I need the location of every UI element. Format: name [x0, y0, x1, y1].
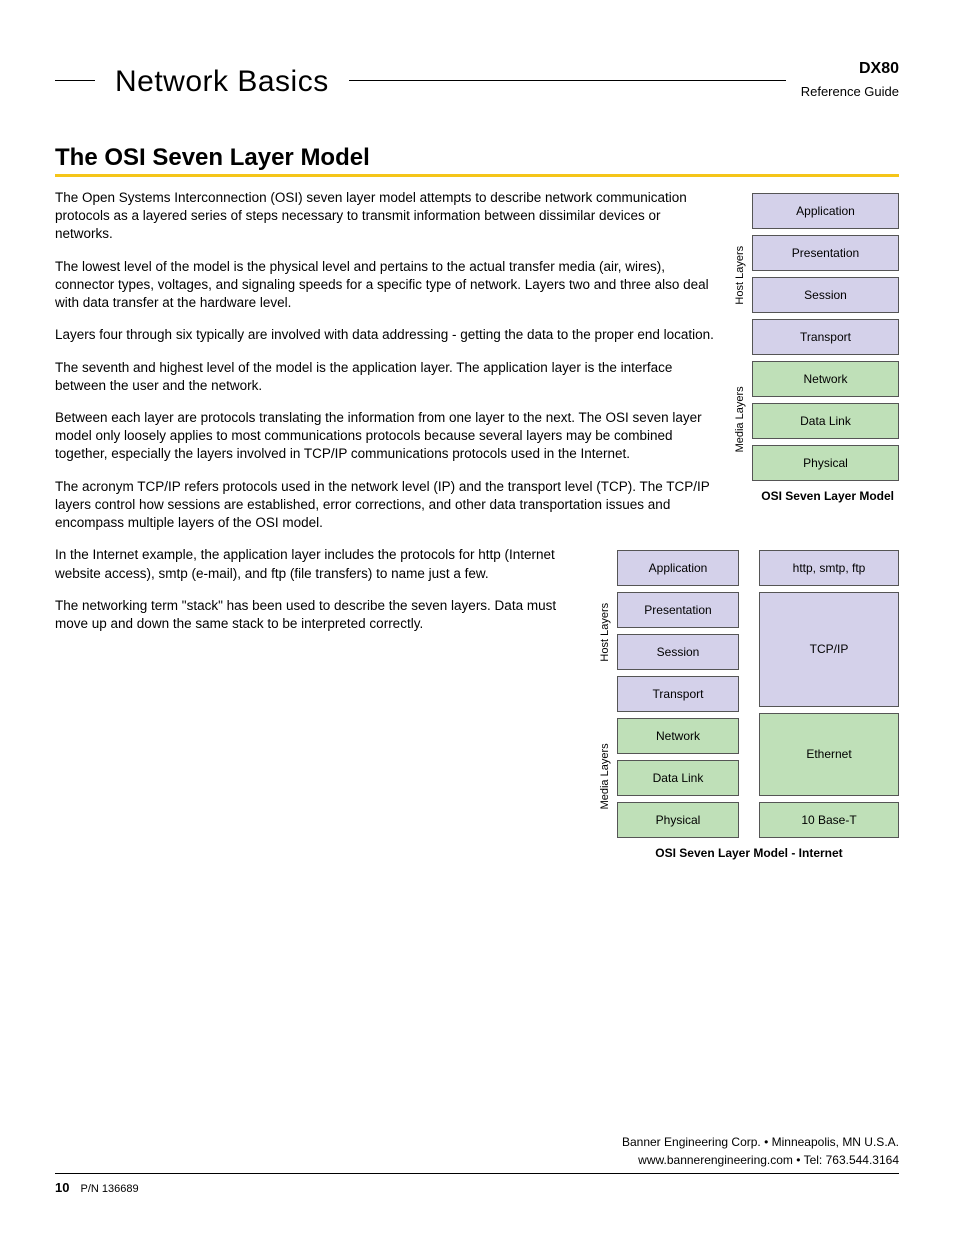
layer-transport: Transport [752, 319, 899, 355]
osi-internet-side-labels: Host Layers Media Layers [599, 550, 617, 838]
page-footer: Banner Engineering Corp. • Minneapolis, … [55, 1134, 899, 1195]
layer-network-2: Network [617, 718, 739, 754]
layer-presentation-2: Presentation [617, 592, 739, 628]
media-layers-label: Media Layers [734, 358, 752, 481]
layer-session: Session [752, 277, 899, 313]
part-number: P/N 136689 [81, 1183, 139, 1195]
osi-internet-caption: OSI Seven Layer Model - Internet [599, 846, 899, 860]
osi-model-figure: Host Layers Media Layers Application Pre… [734, 193, 899, 503]
media-layers-label-2: Media Layers [599, 715, 617, 838]
protocol-tcpip: TCP/IP [759, 592, 899, 706]
osi-caption: OSI Seven Layer Model [734, 489, 894, 503]
osi-side-labels: Host Layers Media Layers [734, 193, 752, 481]
osi-boxes: Application Presentation Session Transpo… [752, 193, 899, 481]
osi-internet-left-col: Application Presentation Session Transpo… [617, 550, 739, 838]
page: Network Basics DX80 Reference Guide The … [0, 0, 954, 1235]
header-rule-left [55, 80, 95, 81]
layer-datalink-2: Data Link [617, 760, 739, 796]
layer-datalink: Data Link [752, 403, 899, 439]
layer-session-2: Session [617, 634, 739, 670]
host-layers-label: Host Layers [734, 193, 752, 358]
protocol-http: http, smtp, ftp [759, 550, 899, 586]
section-title: The OSI Seven Layer Model [55, 144, 899, 177]
page-header: Network Basics DX80 Reference Guide [55, 60, 899, 99]
footer-company: Banner Engineering Corp. • Minneapolis, … [55, 1134, 899, 1169]
reference-guide-label: Reference Guide [801, 84, 899, 99]
header-rule-center [349, 80, 786, 81]
footer-rule [55, 1173, 899, 1174]
footer-line-2: www.bannerengineering.com • Tel: 763.544… [55, 1152, 899, 1169]
product-model: DX80 [801, 60, 899, 78]
protocol-ethernet: Ethernet [759, 713, 899, 797]
osi-internet-figure: Host Layers Media Layers Application Pre… [599, 550, 899, 860]
layer-physical: Physical [752, 445, 899, 481]
host-layers-label-2: Host Layers [599, 550, 617, 715]
page-number: 10 [55, 1180, 69, 1195]
osi-column: Host Layers Media Layers Application Pre… [734, 193, 899, 481]
layer-network: Network [752, 361, 899, 397]
header-right: DX80 Reference Guide [801, 60, 899, 99]
layer-physical-2: Physical [617, 802, 739, 838]
layer-presentation: Presentation [752, 235, 899, 271]
protocol-tenbase: 10 Base-T [759, 802, 899, 838]
osi-internet-right-col: http, smtp, ftp TCP/IP Ethernet 10 Base-… [759, 550, 899, 838]
footer-left: 10 P/N 136689 [55, 1180, 899, 1195]
layer-transport-2: Transport [617, 676, 739, 712]
body-content: Host Layers Media Layers Application Pre… [55, 189, 899, 633]
header-title: Network Basics [115, 65, 329, 99]
footer-line-1: Banner Engineering Corp. • Minneapolis, … [55, 1134, 899, 1151]
layer-application-2: Application [617, 550, 739, 586]
osi-internet-columns: Host Layers Media Layers Application Pre… [599, 550, 899, 838]
layer-application: Application [752, 193, 899, 229]
